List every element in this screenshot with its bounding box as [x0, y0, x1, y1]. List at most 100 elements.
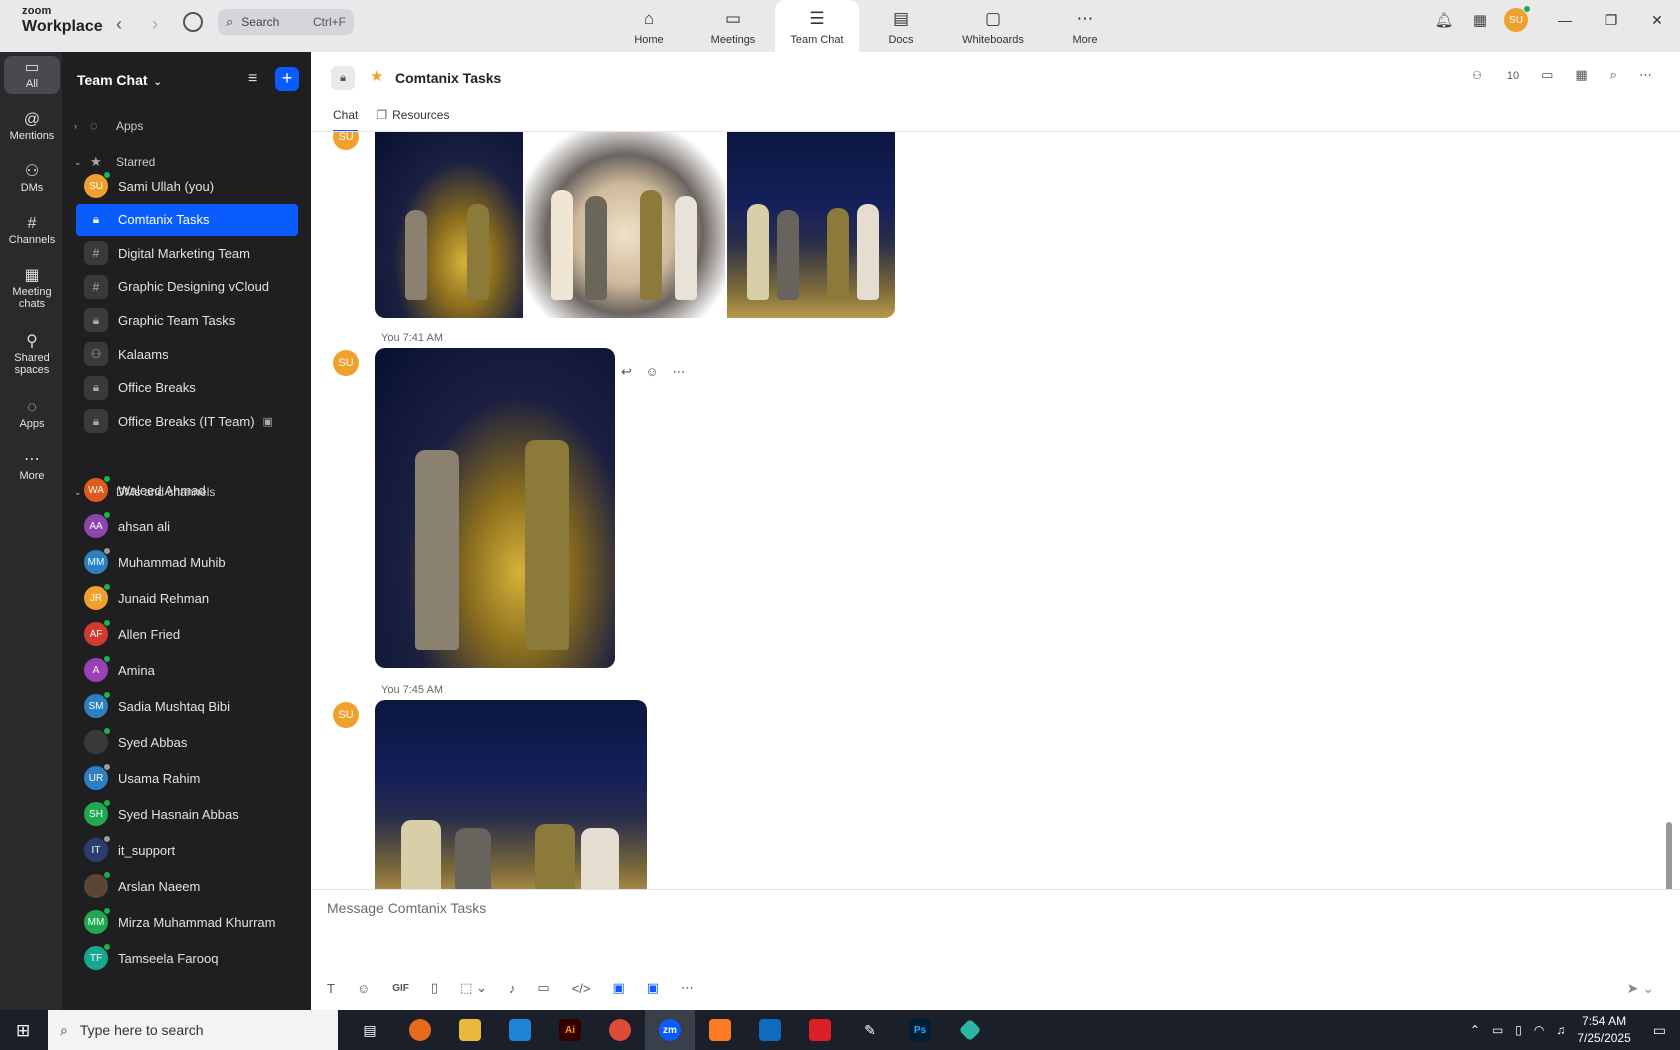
- gif-button[interactable]: GIF: [392, 983, 409, 994]
- sidebar-item[interactable]: JR Junaid Rehman: [76, 582, 298, 614]
- sidebar-item[interactable]: UR Usama Rahim: [76, 762, 298, 794]
- sidebar-item[interactable]: 🔒︎ Office Breaks (IT Team) ▣: [76, 405, 298, 437]
- tab-docs[interactable]: ▤ Docs: [859, 0, 943, 52]
- gallery-photo-3[interactable]: [727, 132, 895, 318]
- message-photo[interactable]: [375, 700, 647, 889]
- video-icon[interactable]: ▭: [1541, 67, 1553, 83]
- scrollbar[interactable]: [1666, 822, 1672, 889]
- bell-icon[interactable]: 🔔︎: [1426, 11, 1462, 29]
- minimize-icon[interactable]: —: [1542, 12, 1588, 28]
- more-options-icon[interactable]: ⋯: [672, 364, 685, 379]
- sidebar-item[interactable]: MM Mirza Muhammad Khurram: [76, 906, 298, 938]
- chevron-up-icon[interactable]: ⌃: [1470, 1023, 1480, 1037]
- sidebar-item[interactable]: IT it_support: [76, 834, 298, 866]
- file-icon[interactable]: ▯: [431, 980, 438, 996]
- sidebar-item[interactable]: 🔒︎ Comtanix Tasks: [76, 203, 298, 236]
- rail-more[interactable]: ⋯ More: [4, 452, 60, 483]
- app-diamond-icon[interactable]: [945, 1010, 995, 1050]
- video-message-icon[interactable]: ▭: [537, 980, 549, 996]
- rail-dms[interactable]: ⚇ DMs: [4, 164, 60, 195]
- sidebar-item[interactable]: AF Allen Fried: [76, 618, 298, 650]
- xampp-icon[interactable]: [695, 1010, 745, 1050]
- sidebar-item[interactable]: SM Sadia Mushtaq Bibi: [76, 690, 298, 722]
- wifi-icon[interactable]: ◠: [1534, 1023, 1544, 1037]
- sidebar-title[interactable]: Team Chat ⌄: [77, 72, 162, 88]
- vscode-icon[interactable]: [495, 1010, 545, 1050]
- rail-meeting-chats[interactable]: ▦ Meeting chats: [4, 268, 60, 311]
- sidebar-item[interactable]: SH Syed Hasnain Abbas: [76, 798, 298, 830]
- volume-icon[interactable]: ♫: [1556, 1023, 1565, 1037]
- sidebar-item[interactable]: SU Sami Ullah (you): [76, 170, 298, 202]
- sidebar-item[interactable]: WA Waleed Ahmad: [76, 474, 298, 506]
- sidebar-item[interactable]: # Digital Marketing Team: [76, 237, 298, 269]
- sidebar-item[interactable]: 🔒︎ Office Breaks: [76, 372, 298, 404]
- close-icon[interactable]: ✕: [1634, 12, 1680, 29]
- chrome-icon[interactable]: [595, 1010, 645, 1050]
- back-arrow-icon[interactable]: ‹: [116, 14, 122, 35]
- tab-team-chat[interactable]: ☰ Team Chat: [775, 0, 859, 52]
- rail-apps[interactable]: ◌ Apps: [4, 400, 60, 431]
- more-options-icon[interactable]: ⋯: [681, 980, 694, 996]
- sidebar-item[interactable]: ⚇ Kalaams: [76, 338, 298, 370]
- rail-all[interactable]: ▭ All: [4, 56, 60, 94]
- tab-chat[interactable]: Chat: [333, 108, 359, 132]
- tab-resources[interactable]: ❐ Resources: [376, 108, 449, 132]
- photoshop-icon[interactable]: Ps: [895, 1010, 945, 1050]
- app-icon[interactable]: ▣: [612, 980, 624, 996]
- firefox-icon[interactable]: [395, 1010, 445, 1050]
- emoji-icon[interactable]: ☺: [357, 981, 370, 996]
- calendar-icon[interactable]: ▦: [1575, 67, 1587, 83]
- rail-mentions[interactable]: @ Mentions: [4, 112, 60, 143]
- zoom-icon[interactable]: zm: [645, 1010, 695, 1050]
- network-icon[interactable]: ▭: [1492, 1023, 1503, 1037]
- calendar-icon[interactable]: ▦: [1462, 11, 1498, 29]
- app-icon[interactable]: ▣: [647, 980, 659, 996]
- sidebar-item[interactable]: 🔒︎ Graphic Team Tasks: [76, 304, 298, 336]
- avatar[interactable]: SU: [333, 350, 359, 376]
- sidebar-item[interactable]: AA ahsan ali: [76, 510, 298, 542]
- sidebar-item[interactable]: # Graphic Designing vCloud: [76, 271, 298, 303]
- notification-icon[interactable]: ▭: [1653, 1022, 1666, 1039]
- more-options-icon[interactable]: ⋯: [1639, 67, 1652, 83]
- tab-whiteboards[interactable]: ▢ Whiteboards: [943, 0, 1043, 52]
- sidebar-item[interactable]: TF Tamseela Farooq: [76, 942, 298, 974]
- search-icon[interactable]: ⌕: [1610, 67, 1617, 83]
- sidebar-item[interactable]: Syed Abbas: [76, 726, 298, 758]
- battery-icon[interactable]: ▯: [1515, 1023, 1522, 1037]
- history-icon[interactable]: [183, 12, 203, 32]
- restore-icon[interactable]: ❐: [1588, 12, 1634, 29]
- member-count-button[interactable]: ⚇ 10: [1472, 69, 1519, 82]
- clock[interactable]: 7:54 AM 7/25/2025: [1577, 1013, 1630, 1047]
- rail-shared-spaces[interactable]: ⚲ Shared spaces: [4, 334, 60, 377]
- message-photo[interactable]: [375, 348, 615, 668]
- section-starred[interactable]: ⌄ ★ Starred: [74, 154, 155, 170]
- search-bar[interactable]: ⌕ Search Ctrl+F: [218, 9, 354, 35]
- screenshot-icon[interactable]: ⬚ ⌄: [460, 980, 487, 996]
- windows-start-icon[interactable]: ⊞: [16, 1021, 30, 1041]
- microphone-icon[interactable]: ♪: [509, 981, 516, 996]
- sidebar-item[interactable]: MM Muhammad Muhib: [76, 546, 298, 578]
- reply-icon[interactable]: ↩: [621, 364, 632, 379]
- avatar[interactable]: SU: [333, 702, 359, 728]
- forward-arrow-icon[interactable]: ›: [152, 14, 158, 35]
- outlook-icon[interactable]: [745, 1010, 795, 1050]
- pen-tool-icon[interactable]: ✎: [845, 1010, 895, 1050]
- avatar[interactable]: SU: [1504, 5, 1531, 32]
- code-icon[interactable]: </>: [572, 981, 591, 996]
- rail-channels[interactable]: # Channels: [4, 216, 60, 247]
- text-format-icon[interactable]: T: [327, 981, 335, 996]
- filter-icon[interactable]: ≡: [248, 70, 257, 88]
- message-input[interactable]: Message Comtanix Tasks: [327, 900, 486, 916]
- creative-cloud-icon[interactable]: [795, 1010, 845, 1050]
- channel-title[interactable]: Comtanix Tasks: [395, 70, 501, 86]
- sidebar-item[interactable]: A Amina: [76, 654, 298, 686]
- tab-home[interactable]: ⌂ Home: [607, 0, 691, 52]
- emoji-icon[interactable]: ☺: [646, 364, 659, 379]
- add-button[interactable]: +: [275, 67, 299, 91]
- taskbar-search[interactable]: ⌕ Type here to search: [48, 1010, 338, 1050]
- section-apps[interactable]: › ◌ Apps: [74, 118, 143, 133]
- tab-meetings[interactable]: ▭ Meetings: [691, 0, 775, 52]
- star-icon[interactable]: ★: [370, 67, 383, 85]
- gallery-photo-1[interactable]: [375, 132, 523, 318]
- file-explorer-icon[interactable]: [445, 1010, 495, 1050]
